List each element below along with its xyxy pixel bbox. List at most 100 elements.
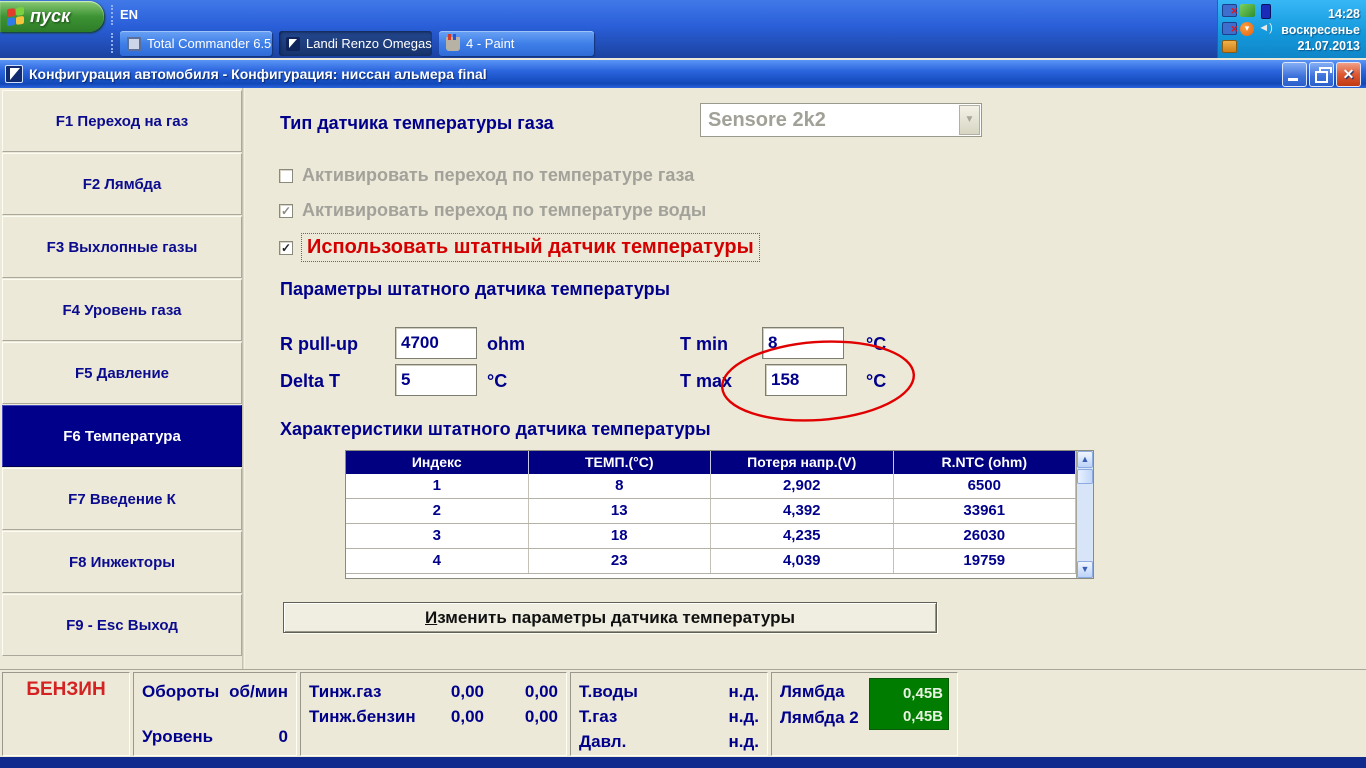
sidebar-item-label: F6 Температура xyxy=(63,427,181,445)
delta-t-field[interactable] xyxy=(395,364,477,396)
sidebar-item-f8[interactable]: F8 Инжекторы xyxy=(2,531,242,593)
start-button[interactable]: пуск xyxy=(0,1,104,32)
taskbar-item-total-commander[interactable]: Total Commander 6.5... xyxy=(120,31,272,56)
t-water-value: н.д. xyxy=(728,682,759,701)
status-cell-lambda: Лямбда Лямбда 2 0,45В 0,45В xyxy=(771,672,958,756)
caption-buttons: ✕ xyxy=(1282,61,1361,87)
table-cell: 4,235 xyxy=(711,524,894,548)
status-cell-temps: Т.воды н.д. Т.газ н.д. Давл. н.д. xyxy=(570,672,768,756)
t-max-field[interactable] xyxy=(765,364,847,396)
sidebar-item-label: F9 - Esc Выход xyxy=(66,616,178,634)
window-title: Конфигурация автомобиля - Конфигурация: … xyxy=(29,66,487,82)
status-cell-fuel: БЕНЗИН xyxy=(2,672,130,756)
sensor-type-combobox[interactable]: Sensore 2k2 ▼ xyxy=(700,103,982,137)
chevron-down-icon[interactable]: ▼ xyxy=(959,105,980,135)
table-heading: Характеристики штатного датчика температ… xyxy=(280,419,711,439)
r-pullup-unit: ohm xyxy=(487,334,525,354)
table-row[interactable]: 2 13 4,392 33961 xyxy=(346,499,1076,524)
sidebar-divider xyxy=(242,88,245,670)
r-pullup-label: R pull-up xyxy=(280,334,358,354)
sidebar-item-f5[interactable]: F5 Давление xyxy=(2,342,242,404)
scrollbar-thumb[interactable] xyxy=(1077,469,1093,484)
delta-t-unit: °C xyxy=(487,371,508,391)
sidebar-item-label: F5 Давление xyxy=(74,364,170,382)
checkbox-stock-sensor[interactable]: ✓ xyxy=(279,240,293,255)
scroll-up-icon[interactable]: ▲ xyxy=(1077,451,1093,468)
lambda2-label: Лямбда 2 xyxy=(780,708,859,727)
table-header-rntc: R.NTC (ohm) xyxy=(894,451,1076,474)
taskbar-item-label: 4 - Paint xyxy=(466,36,515,51)
checkbox-gas-temp xyxy=(279,168,293,183)
table-header-temp: ТЕМП.(°C) xyxy=(529,451,711,474)
network-error-icon[interactable] xyxy=(1222,22,1238,36)
window-bottom-border xyxy=(0,757,1366,768)
sidebar-item-f9[interactable]: F9 - Esc Выход xyxy=(2,594,242,656)
table-row[interactable]: 4 23 4,039 19759 xyxy=(346,549,1076,574)
table-cell: 6500 xyxy=(894,474,1076,498)
sidebar-item-f3[interactable]: F3 Выхлопные газы xyxy=(2,216,242,278)
taskbar-separator xyxy=(111,5,113,25)
table-row[interactable]: 3 18 4,235 26030 xyxy=(346,524,1076,549)
restore-button[interactable] xyxy=(1309,61,1334,87)
minimize-button[interactable] xyxy=(1282,61,1307,87)
sensor-table-grid: Индекс ТЕМП.(°C) Потеря напр.(V) R.NTC (… xyxy=(346,451,1076,578)
tray-icons: ◄) xyxy=(1222,4,1278,57)
table-header-row: Индекс ТЕМП.(°C) Потеря напр.(V) R.NTC (… xyxy=(346,451,1076,474)
taskbar: пуск EN Total Commander 6.5... Landi Ren… xyxy=(0,0,1366,58)
t-min-field[interactable] xyxy=(762,327,844,359)
close-button[interactable]: ✕ xyxy=(1336,61,1361,87)
language-indicator[interactable]: EN xyxy=(120,7,138,22)
t-gas-label: Т.газ xyxy=(579,707,618,726)
network-offline-icon[interactable] xyxy=(1222,4,1238,18)
table-cell: 4,039 xyxy=(711,549,894,573)
scheduler-icon[interactable] xyxy=(1222,40,1237,53)
table-cell: 19759 xyxy=(894,549,1076,573)
table-cell: 3 xyxy=(346,524,529,548)
pressure-value: н.д. xyxy=(728,732,759,751)
checkbox-row-water-temp: ✓ Активировать переход по температуре во… xyxy=(279,200,706,221)
table-row[interactable]: 1 8 2,902 6500 xyxy=(346,474,1076,499)
table-scrollbar[interactable]: ▲ ▼ xyxy=(1076,451,1093,578)
sidebar-item-f4[interactable]: F4 Уровень газа xyxy=(2,279,242,341)
taskbar-item-paint[interactable]: 4 - Paint xyxy=(439,31,594,56)
taskbar-item-landi-renzo[interactable]: Landi Renzo Omegas xyxy=(279,31,432,56)
scroll-down-icon[interactable]: ▼ xyxy=(1077,561,1093,578)
pressure-label: Давл. xyxy=(579,732,627,751)
volume-icon[interactable]: ◄) xyxy=(1258,22,1273,35)
sidebar-item-f1[interactable]: F1 Переход на газ xyxy=(2,90,242,152)
r-pullup-field[interactable] xyxy=(395,327,477,359)
table-cell: 8 xyxy=(529,474,711,498)
table-cell: 13 xyxy=(529,499,711,523)
rpm-unit: об/мин xyxy=(229,682,288,701)
t-max-unit: °C xyxy=(866,371,887,391)
download-master-icon[interactable] xyxy=(1240,22,1254,36)
table-cell: 26030 xyxy=(894,524,1076,548)
t-water-label: Т.воды xyxy=(579,682,638,701)
system-tray: ◄) 14:28 воскресенье 21.07.2013 xyxy=(1217,0,1366,58)
tray-day: воскресенье xyxy=(1281,23,1360,37)
edit-sensor-params-button[interactable]: Изменить параметры датчика температуры xyxy=(283,602,937,633)
checkbox-label: Активировать переход по температуре газа xyxy=(302,165,695,185)
tray-time: 14:28 xyxy=(1328,7,1360,21)
sidebar-item-f7[interactable]: F7 Введение К xyxy=(2,468,242,530)
table-cell: 2,902 xyxy=(711,474,894,498)
tinj-petrol-label: Тинж.бензин xyxy=(309,707,416,726)
updates-icon[interactable] xyxy=(1240,4,1255,17)
sidebar-item-f6[interactable]: F6 Температура xyxy=(2,405,242,467)
table-cell: 4,392 xyxy=(711,499,894,523)
sidebar-item-label: F7 Введение К xyxy=(68,490,176,508)
level-label: Уровень xyxy=(142,727,214,746)
scrollbar-track[interactable] xyxy=(1077,485,1093,561)
battery-icon[interactable] xyxy=(1261,4,1271,19)
checkbox-row-gas-temp: Активировать переход по температуре газа xyxy=(279,165,694,186)
delta-t-label: Delta T xyxy=(280,371,341,391)
checkbox-row-stock-sensor[interactable]: ✓ Использовать штатный датчик температур… xyxy=(279,233,760,262)
sailboat-icon xyxy=(286,36,300,51)
taskbar-separator xyxy=(111,33,113,53)
taskbar-item-label: Landi Renzo Omegas xyxy=(306,36,432,51)
params-heading: Параметры штатного датчика температуры xyxy=(280,279,670,299)
fuel-mode-value: БЕНЗИН xyxy=(26,679,106,700)
start-button-label: пуск xyxy=(30,6,71,26)
lambda-value: 0,45В xyxy=(902,685,943,702)
sidebar-item-f2[interactable]: F2 Лямбда xyxy=(2,153,242,215)
